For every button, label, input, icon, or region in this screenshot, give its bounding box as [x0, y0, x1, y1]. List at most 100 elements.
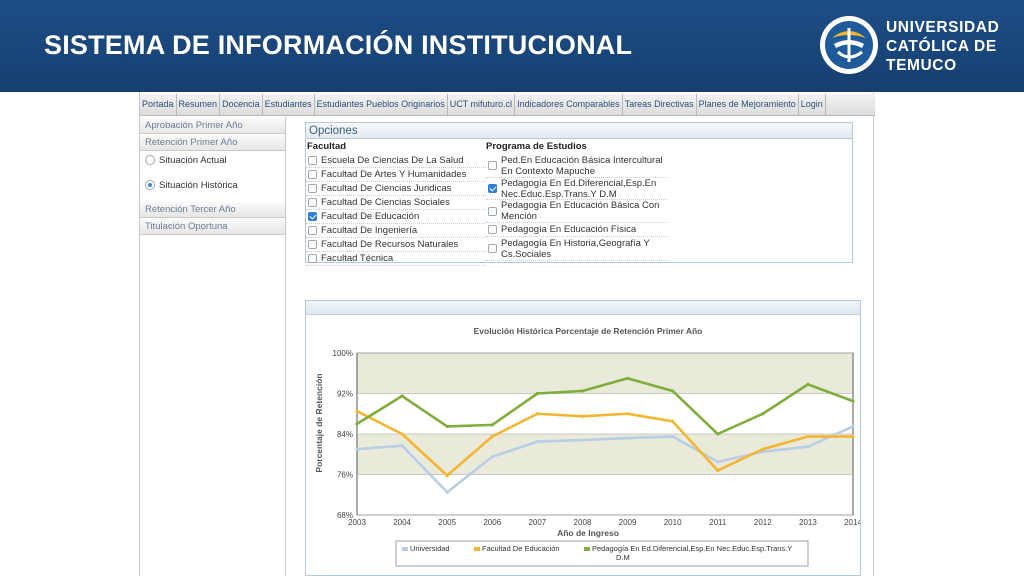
programa-label: Pedagogía En Educación Física — [501, 224, 637, 235]
nav-indicadores-comparables[interactable]: Indicadores Comparables — [515, 94, 623, 115]
facultad-label: Facultad De Educación — [321, 211, 420, 222]
facultad-option[interactable]: Facultad Técnica — [306, 252, 486, 266]
screen: SISTEMA DE INFORMACIÓN INSTITUCIONAL UNI… — [0, 0, 1024, 576]
data-point — [490, 423, 494, 427]
facultad-option[interactable]: Facultad De Artes Y Humanidades — [306, 168, 486, 182]
data-point — [400, 444, 404, 448]
data-point — [851, 434, 855, 439]
checkbox[interactable] — [308, 240, 317, 249]
nav-estudiantes-pueblos-originarios[interactable]: Estudiantes Pueblos Originarios — [315, 94, 448, 115]
data-point — [851, 399, 855, 403]
university-logo: UNIVERSIDAD CATÓLICA DE TEMUCO — [818, 14, 1014, 78]
app-window: Portada Resumen Docencia Estudiantes Est… — [139, 92, 875, 576]
y-tick-label: 76% — [337, 471, 353, 480]
data-point — [580, 389, 585, 393]
programa-label: Pedagogía En Historia,Geografía Y Cs.Soc… — [501, 237, 650, 260]
nav-planes-de-mejoramiento[interactable]: Planes de Mejoramiento — [697, 94, 799, 115]
opciones-panel: Opciones Facultad Programa de Estudios E… — [305, 122, 853, 266]
nav-tareas-directivas[interactable]: Tareas Directivas — [623, 94, 697, 115]
data-point — [761, 412, 765, 416]
x-tick-label: 2011 — [709, 518, 727, 527]
checkbox[interactable] — [488, 206, 497, 216]
facultad-option[interactable]: Facultad De Recursos Naturales — [306, 238, 486, 252]
nav-login[interactable]: Login — [799, 94, 826, 115]
sidebar-item-retencion-primer-ano[interactable]: Retención Primer Año — [140, 135, 285, 151]
checkbox[interactable] — [488, 244, 497, 253]
facultad-option[interactable]: Facultad De Ciencias Sociales — [306, 196, 486, 210]
header-banner: SISTEMA DE INFORMACIÓN INSTITUCIONAL UNI… — [0, 0, 1024, 92]
facultad-header: Facultad — [307, 141, 347, 152]
checkbox[interactable] — [488, 161, 497, 170]
nav-estudiantes[interactable]: Estudiantes — [263, 94, 315, 115]
legend-swatch — [584, 547, 590, 551]
sidebar-item-retencion-tercer-ano[interactable]: Retención Tercer Año — [140, 202, 285, 218]
data-point — [716, 460, 720, 464]
facultad-option[interactable]: Escuela De Ciencias De La Salud — [306, 154, 486, 168]
data-point — [625, 376, 630, 380]
facultad-option[interactable]: Facultad De Educación — [306, 210, 486, 224]
x-tick-label: 2009 — [619, 518, 637, 527]
data-point — [445, 473, 449, 478]
data-point — [716, 432, 720, 436]
logo-line-2: CATÓLICA DE — [886, 38, 997, 55]
checkbox[interactable] — [488, 225, 497, 234]
data-point — [355, 422, 359, 426]
checkbox[interactable] — [308, 184, 317, 193]
x-tick-label: 2005 — [438, 518, 456, 527]
facultad-label: Facultad De Ingeniería — [321, 225, 418, 236]
x-axis-label: Año de Ingreso — [557, 528, 619, 538]
data-point — [445, 424, 449, 429]
checkbox[interactable] — [308, 226, 317, 235]
programa-option[interactable]: Pedagogía En Ed.Diferencial,Esp.En Nec.E… — [486, 178, 668, 200]
checkbox[interactable] — [308, 156, 317, 165]
facultad-option[interactable]: Facultad De Ingeniería — [306, 224, 486, 238]
facultad-label: Facultad De Ciencias Sociales — [321, 197, 450, 208]
programa-list[interactable]: Ped.En Educación Básica Intercultural En… — [486, 154, 668, 264]
data-point — [535, 412, 539, 416]
data-point — [580, 414, 585, 418]
data-point — [716, 468, 720, 473]
logo-line-3: TEMUCO — [886, 57, 957, 74]
plot-band — [357, 353, 853, 394]
opciones-title: Opciones — [306, 123, 852, 139]
checkbox[interactable] — [308, 254, 317, 263]
nav-portada[interactable]: Portada — [140, 94, 177, 115]
radio-situacion-actual[interactable]: Situación Actual — [140, 151, 285, 169]
data-point — [355, 447, 359, 451]
data-point — [535, 439, 539, 444]
checkbox[interactable] — [308, 170, 317, 179]
checkbox-checked[interactable] — [488, 184, 497, 193]
radio-button[interactable] — [145, 155, 155, 165]
checkbox[interactable] — [308, 198, 317, 207]
data-point — [625, 436, 630, 440]
facultad-option[interactable]: Facultad De Ciencias Juridicas — [306, 182, 486, 196]
x-tick-label: 2013 — [799, 518, 817, 527]
sidebar-item-titulacion-oportuna[interactable]: Titulación Oportuna — [140, 219, 285, 235]
programa-label: Pedagogía En Ed.Diferencial,Esp.En Nec.E… — [501, 177, 657, 200]
x-tick-label: 2004 — [393, 518, 411, 527]
facultad-label: Facultad De Ciencias Juridicas — [321, 183, 452, 194]
programa-option[interactable]: Pedagogía En Historia,Geografía Y Cs.Soc… — [486, 237, 668, 261]
nav-docencia[interactable]: Docencia — [220, 94, 263, 115]
checkbox-checked[interactable] — [308, 212, 317, 221]
radio-situacion-historica[interactable]: Situación Histórica — [140, 169, 285, 201]
data-point — [490, 455, 494, 459]
page-title: SISTEMA DE INFORMACIÓN INSTITUCIONAL — [44, 30, 633, 60]
programa-option[interactable]: Ped.En Educación Básica Intercultural En… — [486, 154, 668, 178]
radio-button-selected[interactable] — [145, 180, 155, 190]
radio-label: Situación Histórica — [159, 179, 238, 191]
nav-uct-mifuturo[interactable]: UCT mifuturo.cl — [448, 94, 516, 115]
programa-option[interactable]: Pedagogía En Educación Física — [486, 223, 668, 237]
nav-resumen[interactable]: Resumen — [177, 94, 221, 115]
programa-option[interactable]: Pedagogía En Educación Básica Con Menció… — [486, 200, 668, 223]
plot-band — [357, 474, 853, 515]
retention-chart: Evolución Histórica Porcentaje de Retenc… — [314, 326, 860, 567]
chart-title: Evolución Histórica Porcentaje de Retenc… — [474, 326, 703, 336]
x-tick-label: 2012 — [754, 518, 772, 527]
data-point — [355, 409, 359, 413]
facultad-label: Facultad Técnica — [321, 253, 394, 264]
data-point — [806, 382, 810, 386]
legend-label: Universidad — [410, 544, 450, 553]
sidebar-item-aprobacion-primer-ano[interactable]: Aprobación Primer Año — [140, 118, 285, 134]
data-point — [761, 447, 765, 451]
